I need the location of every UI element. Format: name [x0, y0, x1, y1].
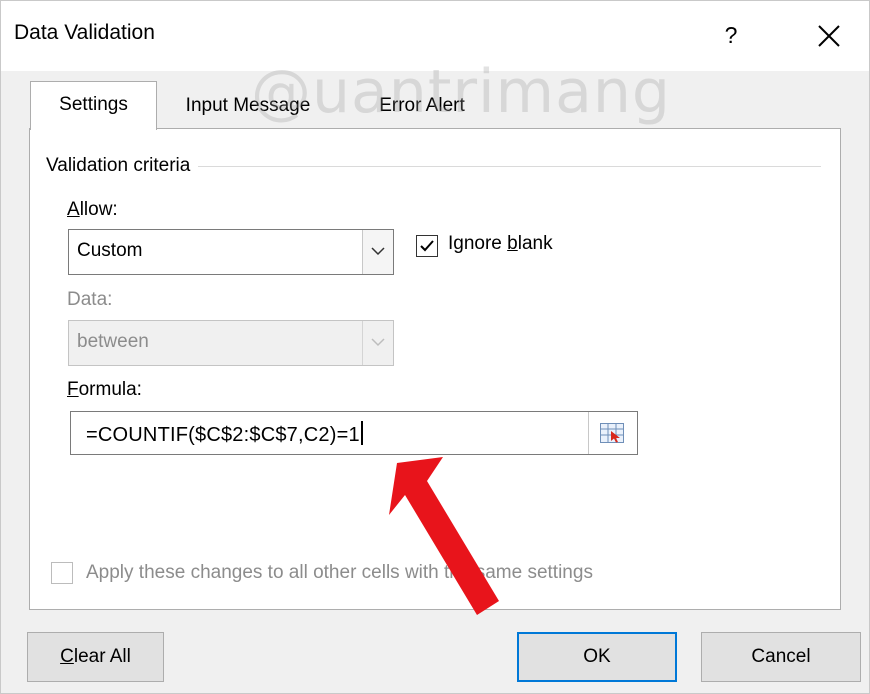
data-select[interactable]: between — [68, 320, 394, 366]
close-icon — [818, 25, 840, 47]
dialog-title: Data Validation — [14, 21, 155, 44]
help-button[interactable]: ? — [709, 13, 753, 57]
checkmark-icon — [420, 240, 434, 252]
range-selector-icon — [600, 423, 624, 443]
ignore-blank-checkbox[interactable] — [416, 235, 438, 257]
range-selector-button[interactable] — [588, 412, 637, 454]
annotation-arrow — [389, 457, 499, 615]
allow-dropdown-button[interactable] — [362, 230, 393, 274]
text-caret — [360, 421, 363, 445]
cancel-button[interactable]: Cancel — [701, 632, 861, 682]
chevron-down-icon — [371, 247, 385, 256]
tab-input-message[interactable]: Input Message — [158, 86, 338, 126]
formula-input[interactable]: =COUNTIF($C$2:$C$7,C2)=1 — [70, 411, 638, 455]
tab-error-alert[interactable]: Error Alert — [352, 86, 492, 126]
allow-label: Allow: — [67, 199, 118, 220]
formula-text-value: =COUNTIF($C$2:$C$7,C2)=1 — [86, 424, 360, 446]
apply-all-label: Apply these changes to all other cells w… — [86, 562, 593, 583]
data-label: Data: — [67, 289, 113, 310]
allow-label-rest: llow: — [79, 199, 118, 220]
formula-label: Formula: — [67, 379, 142, 400]
validation-criteria-label: Validation criteria — [46, 155, 199, 177]
chevron-down-icon — [371, 338, 385, 347]
data-validation-dialog: Data Validation ? Settings Input Message… — [0, 0, 870, 694]
tab-settings[interactable]: Settings — [30, 81, 157, 130]
title-bar: Data Validation ? — [1, 1, 869, 71]
close-button[interactable] — [801, 11, 857, 61]
ok-button[interactable]: OK — [517, 632, 677, 682]
clear-all-button[interactable]: Clear All — [27, 632, 164, 682]
apply-all-checkbox[interactable] — [51, 562, 73, 584]
data-value: between — [77, 331, 149, 352]
formula-value: =COUNTIF($C$2:$C$7,C2)=1 — [86, 421, 363, 447]
allow-select[interactable]: Custom — [68, 229, 394, 275]
data-dropdown-button[interactable] — [362, 321, 393, 365]
allow-value: Custom — [77, 240, 143, 261]
ignore-blank-label: Ignore blank — [448, 233, 553, 254]
